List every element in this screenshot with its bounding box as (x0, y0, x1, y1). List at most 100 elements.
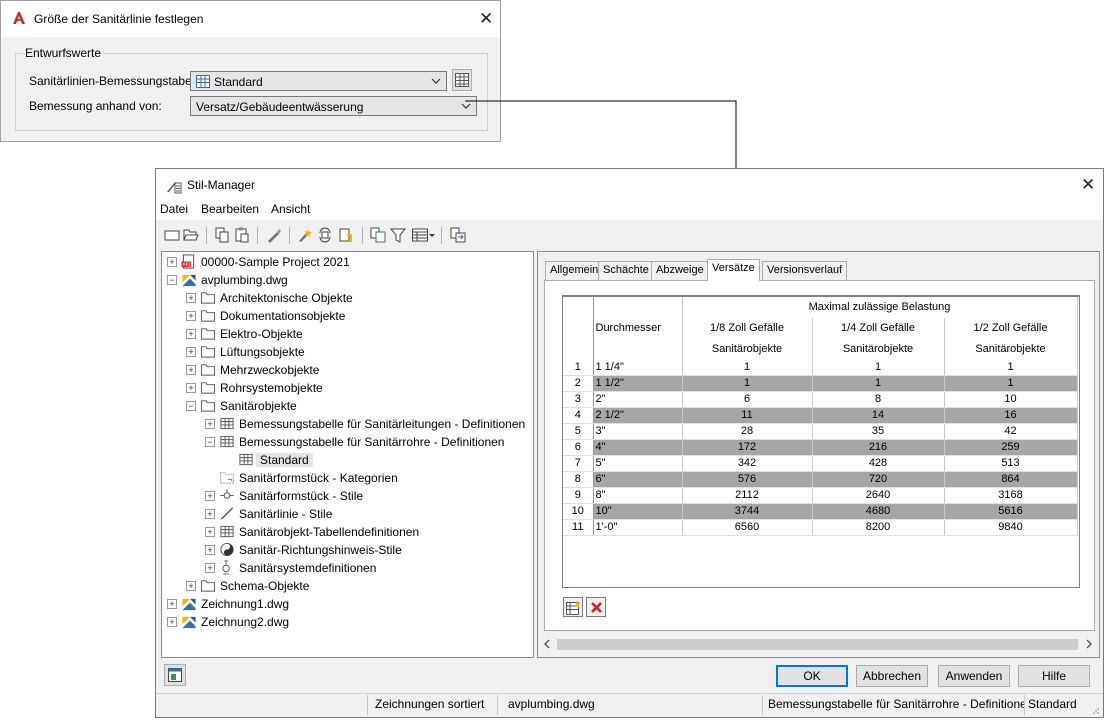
diameter-cell[interactable]: 2 1/2" (593, 407, 683, 424)
expand-icon[interactable]: + (205, 509, 215, 519)
open-drawing-icon[interactable] (183, 227, 199, 243)
delete-row-button[interactable] (586, 597, 606, 617)
tab-allgemein[interactable]: Allgemein (545, 261, 604, 280)
toggle-view-button[interactable] (164, 664, 186, 686)
slope-1-8-cell[interactable]: 1 (682, 375, 813, 392)
column-header[interactable]: 1/2 Zoll Gefälle (944, 318, 1078, 339)
expand-icon[interactable]: + (186, 311, 196, 321)
tab-schaechte[interactable]: Schächte (598, 261, 654, 280)
slope-1-8-cell[interactable]: 2112 (682, 487, 813, 504)
new-drawing-icon[interactable] (164, 227, 180, 243)
filter-icon[interactable] (390, 227, 406, 243)
slope-1-8-cell[interactable]: 6560 (682, 519, 813, 536)
slope-1-2-cell[interactable]: 1 (944, 360, 1078, 376)
row-number[interactable]: 7 (563, 455, 594, 472)
row-number[interactable]: 9 (563, 487, 594, 504)
collapse-icon[interactable]: − (167, 275, 177, 285)
slope-1-4-cell[interactable]: 1 (812, 375, 945, 392)
diameter-cell[interactable]: 1'-0" (593, 519, 683, 536)
diameter-cell[interactable]: 3" (593, 423, 683, 440)
slope-1-2-cell[interactable]: 16 (944, 407, 1078, 424)
slope-1-8-cell[interactable]: 11 (682, 407, 813, 424)
row-number[interactable]: 4 (563, 407, 594, 424)
slope-1-8-cell[interactable]: 342 (682, 455, 813, 472)
table-row[interactable]: 11 1/4" 1 1 1 (563, 360, 1078, 376)
diameter-cell[interactable]: 8" (593, 487, 683, 504)
expand-icon[interactable]: + (186, 347, 196, 357)
tab-versaetze[interactable]: Versätze (707, 259, 760, 281)
menu-datei[interactable]: Datei (160, 202, 188, 216)
row-number[interactable]: 10 (563, 503, 594, 520)
slope-1-2-cell[interactable]: 42 (944, 423, 1078, 440)
row-number[interactable]: 8 (563, 471, 594, 488)
column-header[interactable]: Durchmesser (593, 318, 683, 339)
tab-versionsverlauf[interactable]: Versionsverlauf (762, 261, 848, 280)
menu-ansicht[interactable]: Ansicht (271, 202, 310, 216)
row-number[interactable]: 2 (563, 375, 594, 392)
slope-1-8-cell[interactable]: 172 (682, 439, 813, 456)
table-row[interactable]: 9 8" 2112 2640 3168 (563, 487, 1078, 504)
slope-1-8-cell[interactable]: 1 (682, 360, 813, 376)
resize-grip-icon[interactable] (1090, 705, 1100, 715)
slope-1-4-cell[interactable]: 216 (812, 439, 945, 456)
slope-1-4-cell[interactable]: 4680 (812, 503, 945, 520)
synchronize-icon[interactable] (450, 227, 466, 243)
expand-icon[interactable]: + (205, 491, 215, 501)
expand-icon[interactable]: + (186, 581, 196, 591)
row-number[interactable]: 11 (563, 519, 594, 536)
collapse-icon[interactable]: − (186, 401, 196, 411)
diameter-cell[interactable]: 6" (593, 471, 683, 488)
table-row[interactable]: 11 1'-0" 6560 8200 9840 (563, 519, 1078, 536)
offsets-grid[interactable]: Maximal zulässige Belastung Durchmesser 1/… (562, 295, 1080, 588)
slope-1-8-cell[interactable]: 576 (682, 471, 813, 488)
chevron-right-icon[interactable] (1085, 639, 1093, 649)
help-button[interactable]: Hilfe (1018, 665, 1090, 687)
diameter-cell[interactable]: 1 1/4" (593, 360, 683, 376)
table-row[interactable]: 3 2" 6 8 10 (563, 391, 1078, 408)
toggle-view-icon[interactable] (317, 227, 333, 243)
expand-icon[interactable]: + (205, 527, 215, 537)
slope-1-4-cell[interactable]: 14 (812, 407, 945, 424)
expand-icon[interactable]: + (186, 383, 196, 393)
close-icon[interactable]: ✕ (1081, 176, 1095, 193)
diameter-cell[interactable]: 4" (593, 439, 683, 456)
slope-1-2-cell[interactable]: 259 (944, 439, 1078, 456)
expand-icon[interactable]: + (167, 617, 177, 627)
column-header[interactable]: 1/8 Zoll Gefälle (682, 318, 813, 339)
slope-1-2-cell[interactable]: 9840 (944, 519, 1078, 536)
purge-icon[interactable] (297, 227, 313, 243)
scrollbar-thumb[interactable] (557, 639, 1078, 650)
table-row[interactable]: 5 3" 28 35 42 (563, 423, 1078, 440)
menu-bearbeiten[interactable]: Bearbeiten (201, 202, 259, 216)
slope-1-8-cell[interactable]: 3744 (682, 503, 813, 520)
diameter-cell[interactable]: 2" (593, 391, 683, 408)
slope-1-4-cell[interactable]: 8 (812, 391, 945, 408)
slope-1-2-cell[interactable]: 10 (944, 391, 1078, 408)
edit-style-icon[interactable] (266, 227, 282, 243)
slope-1-4-cell[interactable]: 428 (812, 455, 945, 472)
style-tree[interactable]: + APJ 00000-Sample Project 2021 − avplumbing… (161, 251, 534, 658)
apply-button[interactable]: Anwenden (938, 665, 1010, 687)
ok-button[interactable]: OK (776, 665, 848, 687)
diameter-cell[interactable]: 5" (593, 455, 683, 472)
table-row[interactable]: 21 1/2" 1 1 1 (563, 375, 1078, 392)
slope-1-8-cell[interactable]: 6 (682, 391, 813, 408)
row-number[interactable]: 1 (563, 360, 594, 376)
diameter-cell[interactable]: 10" (593, 503, 683, 520)
row-number[interactable]: 3 (563, 391, 594, 408)
slope-1-2-cell[interactable]: 513 (944, 455, 1078, 472)
chevron-down-icon[interactable] (428, 227, 436, 243)
collapse-icon[interactable]: − (205, 437, 215, 447)
table-row[interactable]: 42 1/2" 11 14 16 (563, 407, 1078, 424)
expand-icon[interactable]: + (205, 563, 215, 573)
chevron-left-icon[interactable] (543, 639, 551, 649)
slope-1-4-cell[interactable]: 2640 (812, 487, 945, 504)
slope-1-2-cell[interactable]: 864 (944, 471, 1078, 488)
slope-1-4-cell[interactable]: 8200 (812, 519, 945, 536)
add-row-button[interactable] (563, 597, 583, 617)
slope-1-4-cell[interactable]: 1 (812, 360, 945, 376)
expand-icon[interactable]: + (186, 329, 196, 339)
expand-icon[interactable]: + (167, 599, 177, 609)
slope-1-2-cell[interactable]: 5616 (944, 503, 1078, 520)
view-icon[interactable] (412, 227, 428, 243)
